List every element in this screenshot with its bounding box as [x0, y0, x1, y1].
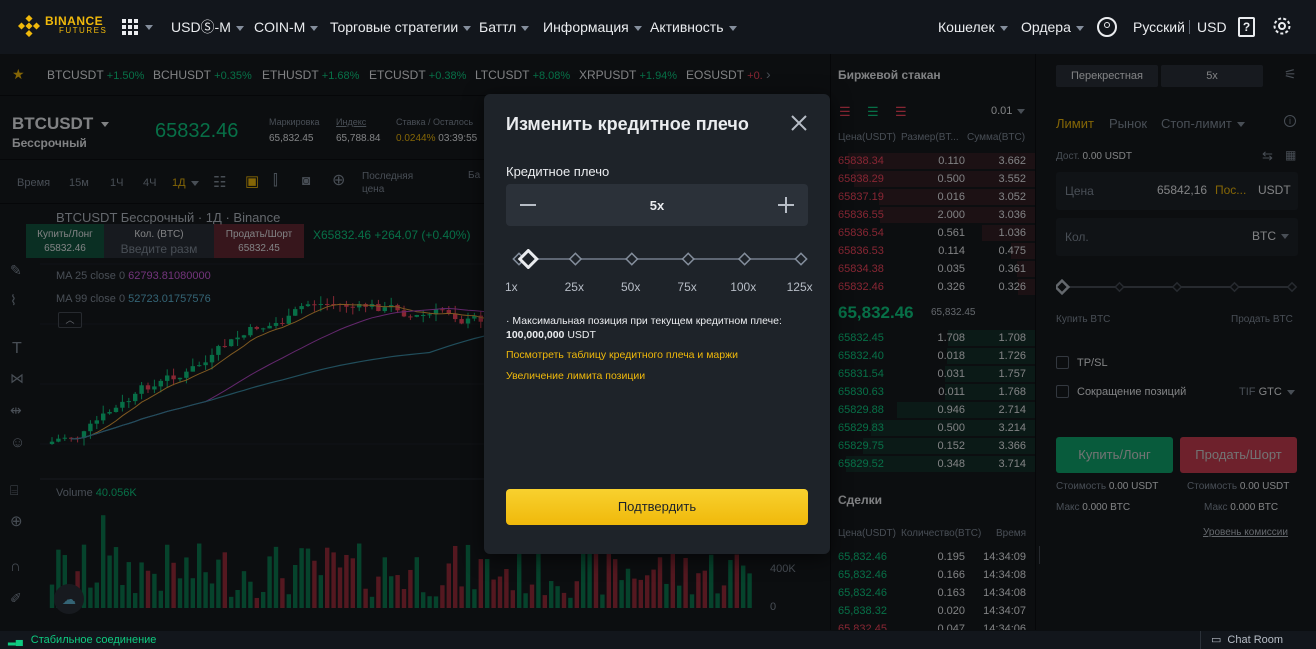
increase-button[interactable] [778, 197, 794, 213]
slider-mark-label[interactable]: 1x [505, 280, 518, 294]
leverage-value[interactable]: 5x [506, 198, 808, 213]
position-limit-link[interactable]: Увеличение лимита позиции [506, 370, 645, 382]
status-bar: ▂▄ Стабильное соединение ▭ Chat Room [0, 630, 1316, 649]
chevron-down-icon [728, 25, 737, 31]
brand-name: BINANCE [45, 14, 104, 28]
nav-activity-label: Активность [650, 19, 724, 35]
apps-grid-icon[interactable] [122, 19, 144, 35]
nav-strategies-label: Торговые стратегии [330, 19, 459, 35]
slider-mark-label[interactable]: 100x [730, 280, 756, 294]
help-icon[interactable]: ? [1238, 17, 1255, 37]
nav-wallet-label: Кошелек [938, 19, 995, 35]
close-icon[interactable] [790, 114, 808, 132]
nav-info[interactable]: Информация [543, 0, 642, 54]
chat-icon: ▭ [1211, 634, 1222, 646]
chevron-down-icon [1075, 25, 1084, 31]
signal-icon: ▂▄ [8, 634, 23, 646]
slider-step[interactable] [794, 252, 808, 266]
nav-coinm[interactable]: COIN-M [254, 0, 319, 54]
user-icon[interactable] [1097, 17, 1117, 37]
nav-orders[interactable]: Ордера [1021, 0, 1084, 54]
slider-step[interactable] [625, 252, 639, 266]
binance-icon [18, 15, 40, 37]
chevron-down-icon [463, 25, 472, 31]
nav-battle-label: Баттл [479, 19, 517, 35]
binance-logo[interactable]: BINANCE FUTURES [18, 15, 107, 37]
connection-status: ▂▄ Стабильное соединение [8, 634, 156, 646]
confirm-button[interactable]: Подтвердить [506, 489, 808, 525]
leverage-table-link[interactable]: Посмотреть таблицу кредитного плеча и ма… [506, 349, 738, 361]
chevron-down-icon [633, 25, 642, 31]
modal-title: Изменить кредитное плечо [506, 114, 749, 134]
nav-coinm-label: COIN-M [254, 19, 306, 35]
max-position-unit: USDT [567, 329, 596, 341]
slider-mark-label[interactable]: 125x [787, 280, 813, 294]
currency-selector[interactable]: USD [1197, 0, 1227, 54]
settings-gear-icon[interactable] [1272, 16, 1292, 39]
chevron-down-icon [145, 25, 153, 30]
slider-mark-label[interactable]: 50x [621, 280, 640, 294]
nav-info-label: Информация [543, 19, 629, 35]
slider-handle[interactable] [517, 249, 539, 269]
chevron-down-icon [235, 25, 244, 31]
leverage-modal: Изменить кредитное плечо Кредитное плечо… [484, 94, 830, 554]
chat-room-button[interactable]: ▭ Chat Room [1200, 631, 1316, 649]
nav-activity[interactable]: Активность [650, 0, 737, 54]
connection-label: Стабильное соединение [30, 634, 157, 646]
leverage-slider-marks: 1x 25x 50x 75x 100x 125x [505, 280, 816, 296]
top-navigation: BINANCE FUTURES USDⓈ-M COIN-M Торговые с… [0, 0, 1316, 54]
max-position-text: · Максимальная позиция при текущем креди… [506, 315, 782, 327]
nav-strategies[interactable]: Торговые стратегии [330, 0, 472, 54]
leverage-stepper[interactable]: 5x [506, 184, 808, 226]
slider-mark-label[interactable]: 25x [565, 280, 584, 294]
nav-usdm-label: USDⓈ-M [171, 19, 231, 35]
chevron-down-icon [521, 25, 530, 31]
language-selector[interactable]: Русский [1133, 0, 1185, 54]
leverage-slider[interactable] [506, 249, 812, 269]
chevron-down-icon [310, 25, 319, 31]
chat-label: Chat Room [1227, 634, 1284, 646]
slider-step[interactable] [568, 252, 583, 266]
slider-step[interactable] [737, 252, 752, 266]
max-position-value: 100,000,000 [506, 329, 565, 341]
nav-usdm[interactable]: USDⓈ-M [171, 0, 244, 54]
max-position-info: · Максимальная позиция при текущем креди… [506, 314, 806, 342]
nav-battle[interactable]: Баттл [479, 0, 530, 54]
slider-step[interactable] [681, 252, 695, 266]
chevron-down-icon [999, 25, 1008, 31]
nav-wallet[interactable]: Кошелек [938, 0, 1008, 54]
divider [1189, 20, 1190, 34]
leverage-label: Кредитное плечо [506, 164, 610, 179]
nav-orders-label: Ордера [1021, 19, 1071, 35]
slider-mark-label[interactable]: 75x [677, 280, 696, 294]
